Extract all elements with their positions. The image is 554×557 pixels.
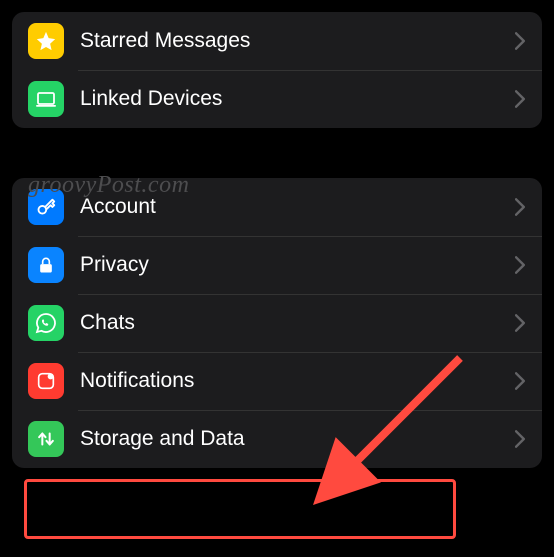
- whatsapp-icon: [28, 305, 64, 341]
- laptop-icon: [28, 81, 64, 117]
- annotation-highlight-box: [24, 479, 456, 539]
- row-starred-messages[interactable]: Starred Messages: [12, 12, 542, 70]
- row-label: Linked Devices: [80, 87, 515, 111]
- chevron-right-icon: [515, 90, 526, 108]
- row-label: Chats: [80, 311, 515, 335]
- chevron-right-icon: [515, 32, 526, 50]
- star-icon: [28, 23, 64, 59]
- updown-icon: [28, 421, 64, 457]
- row-label: Storage and Data: [80, 427, 515, 451]
- row-label: Notifications: [80, 369, 515, 393]
- lock-icon: [28, 247, 64, 283]
- row-label: Starred Messages: [80, 29, 515, 53]
- row-linked-devices[interactable]: Linked Devices: [12, 70, 542, 128]
- row-chats[interactable]: Chats: [12, 294, 542, 352]
- row-account[interactable]: Account: [12, 178, 542, 236]
- settings-section-2: Account Privacy Chats Notifications Stor…: [12, 178, 542, 468]
- chevron-right-icon: [515, 198, 526, 216]
- row-label: Privacy: [80, 253, 515, 277]
- key-icon: [28, 189, 64, 225]
- chevron-right-icon: [515, 256, 526, 274]
- row-notifications[interactable]: Notifications: [12, 352, 542, 410]
- row-privacy[interactable]: Privacy: [12, 236, 542, 294]
- chevron-right-icon: [515, 430, 526, 448]
- chevron-right-icon: [515, 372, 526, 390]
- settings-section-1: Starred Messages Linked Devices: [12, 12, 542, 128]
- row-label: Account: [80, 195, 515, 219]
- chevron-right-icon: [515, 314, 526, 332]
- row-storage-and-data[interactable]: Storage and Data: [12, 410, 542, 468]
- bell-icon: [28, 363, 64, 399]
